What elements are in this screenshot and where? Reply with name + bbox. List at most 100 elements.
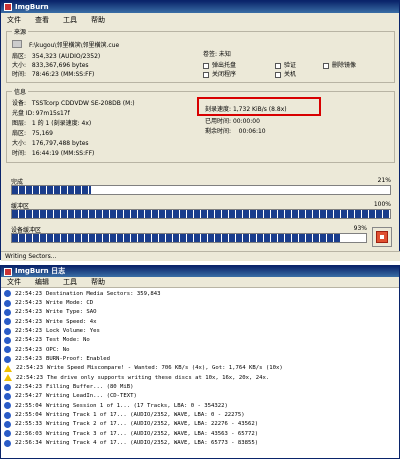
log-entry-time: 22:54:23	[15, 290, 42, 297]
info-icon	[4, 411, 11, 419]
log-entry-text: Writing Track 2 of 17... (AUDIO/2352, WA…	[45, 421, 259, 428]
layer-label: 图层:	[12, 120, 27, 127]
log-menu-edit[interactable]: 编辑	[33, 277, 51, 287]
log-entry-time: 22:56:34	[15, 440, 42, 447]
log-entry-text: Write Mode: CD	[45, 300, 94, 307]
log-entry[interactable]: 22:56:03 Writing Track 3 of 17... (AUDIO/…	[1, 429, 399, 438]
complete-percent: 21%	[377, 177, 391, 184]
write-speed-highlight-box	[197, 97, 321, 116]
source-size-label: 大小:	[12, 62, 27, 69]
disc-id-row: 光盘 ID: 97m15s17f	[12, 108, 70, 117]
delete-image-checkbox[interactable]: 删除镜像	[323, 60, 356, 69]
device-buffer-progress-fill	[12, 234, 342, 242]
source-size-value: 833,367,696 bytes	[31, 62, 89, 69]
log-entry[interactable]: 22:54:23 BURN-Proof: Enabled	[1, 354, 399, 363]
imgburn-log-window: ImgBurn 日志 文件 编辑 工具 帮助 22:54:23 Destinati…	[0, 265, 400, 459]
buffer-percent: 100%	[373, 201, 391, 208]
delete-image-label: 删除镜像	[332, 62, 357, 69]
log-entry[interactable]: 22:54:23 Destination Media Sectors: 359,8…	[1, 289, 399, 298]
verify-checkbox[interactable]: 验证	[275, 60, 296, 69]
main-title-bar[interactable]: ImgBurn	[1, 1, 399, 13]
log-entry[interactable]: 22:54:23 Filling Buffer... (80 MiB)	[1, 382, 399, 391]
log-entry[interactable]: 22:54:23 Test Mode: No	[1, 336, 399, 345]
log-entry[interactable]: 22:54:23 Lock Volume: Yes	[1, 326, 399, 335]
close-program-box[interactable]	[203, 71, 209, 78]
log-entry-time: 22:54:23	[15, 309, 42, 316]
eject-tray-label: 弹出托盘	[212, 62, 237, 69]
log-entry-time: 22:56:03	[15, 430, 42, 437]
log-list: 22:54:23 Destination Media Sectors: 359,8…	[1, 289, 399, 448]
info-icon	[4, 327, 11, 335]
info-time-value: 16:44:19 (MM:SS:FF)	[31, 150, 95, 157]
log-menu-tools[interactable]: 工具	[61, 277, 79, 287]
cancel-write-button[interactable]	[372, 227, 392, 247]
log-menu-help[interactable]: 帮助	[89, 277, 107, 287]
log-entry[interactable]: 22:54:23 The drive only supports writing …	[1, 373, 399, 382]
log-entry-text: The drive only supports writing these di…	[46, 374, 270, 381]
remaining-row: 剩余时间: 00:06:10	[205, 126, 266, 135]
log-entry[interactable]: 22:55:04 Writing Track 1 of 17... (AUDIO/…	[1, 410, 399, 419]
verify-box[interactable]	[275, 62, 281, 69]
info-icon	[4, 336, 11, 344]
volume-label-text: 卷签: 未知	[203, 51, 231, 58]
eject-tray-box[interactable]	[203, 62, 209, 69]
log-entry-text: Lock Volume: Yes	[45, 328, 100, 335]
status-bar: Writing Sectors...	[1, 251, 400, 261]
menu-help[interactable]: 帮助	[89, 15, 107, 25]
remaining-label: 剩余时间:	[205, 128, 232, 135]
log-entry-time: 22:54:23	[15, 300, 42, 307]
shutdown-box[interactable]	[275, 71, 281, 78]
log-entry[interactable]: 22:54:27 Writing LeadIn... (CD-TEXT)	[1, 392, 399, 401]
log-entry-text: Write Type: SAO	[45, 309, 97, 316]
log-entry-time: 22:54:23	[15, 346, 42, 353]
log-entry-time: 22:54:23	[16, 374, 43, 381]
device-row: 设备: TSSTcorp CDDVDW SE-208DB (M:)	[12, 98, 135, 107]
log-menu-file[interactable]: 文件	[5, 277, 23, 287]
log-entry[interactable]: 22:54:23 Write Mode: CD	[1, 298, 399, 307]
complete-progress-fill	[12, 186, 92, 194]
shutdown-checkbox[interactable]: 关机	[275, 69, 296, 78]
log-title-bar[interactable]: ImgBurn 日志	[1, 266, 399, 277]
source-sectors-row: 扇区: 354,323 (AUDIO/2352)	[12, 51, 100, 60]
source-time-row: 时间: 78:46:23 (MM:SS:FF)	[12, 69, 94, 78]
log-entry[interactable]: 22:54:23 OPC: No	[1, 345, 399, 354]
log-entry-time: 22:54:27	[15, 393, 42, 400]
eject-tray-checkbox[interactable]: 弹出托盘	[203, 60, 236, 69]
shutdown-label: 关机	[284, 71, 297, 78]
remaining-value: 00:06:10	[238, 128, 266, 135]
warning-icon	[4, 364, 12, 372]
log-entry-time: 22:55:04	[15, 402, 42, 409]
delete-image-box[interactable]	[323, 62, 329, 69]
imgburn-main-window: ImgBurn 文件 查看 工具 帮助 来源 F:\kugou\邻里横滨\邻里横…	[0, 0, 400, 261]
log-entry[interactable]: 22:54:23 Write Type: SAO	[1, 308, 399, 317]
elapsed-row: 已用时间: 00:00:00	[205, 116, 260, 125]
complete-progress-bar	[11, 185, 391, 195]
menu-view[interactable]: 查看	[33, 15, 51, 25]
menu-tools[interactable]: 工具	[61, 15, 79, 25]
info-icon	[4, 299, 11, 307]
log-menu-bar: 文件 编辑 工具 帮助	[1, 277, 399, 288]
close-program-checkbox[interactable]: 关闭程序	[203, 69, 236, 78]
info-icon	[4, 290, 11, 298]
log-entry[interactable]: 22:54:23 Write Speed Miscompare! - Wanted…	[1, 364, 399, 373]
info-sectors-value: 75,169	[31, 130, 53, 137]
info-sectors-row: 扇区: 75,169	[12, 128, 53, 137]
info-icon	[4, 383, 11, 391]
info-icon	[4, 392, 11, 400]
log-entry-text: Destination Media Sectors: 359,843	[45, 290, 161, 297]
layer-value: 1 的 1 (刻录速度: 4x)	[31, 120, 92, 127]
log-entry-text: BURN-Proof: Enabled	[45, 356, 110, 363]
source-size-row: 大小: 833,367,696 bytes	[12, 60, 89, 69]
log-entry[interactable]: 22:56:34 Writing Track 4 of 17... (AUDIO/…	[1, 439, 399, 448]
log-entry-time: 22:54:23	[16, 365, 43, 372]
close-program-label: 关闭程序	[212, 71, 237, 78]
source-time-label: 时间:	[12, 71, 27, 78]
log-entry[interactable]: 22:55:04 Writing Session 1 of 1... (17 Tr…	[1, 401, 399, 410]
log-entry[interactable]: 22:55:33 Writing Track 2 of 17... (AUDIO/…	[1, 420, 399, 429]
log-entry-text: Write Speed: 4x	[45, 318, 97, 325]
log-entry[interactable]: 22:54:23 Write Speed: 4x	[1, 317, 399, 326]
info-size-row: 大小: 176,797,488 bytes	[12, 138, 89, 147]
source-file-path: F:\kugou\邻里横滨\邻里横滨.cue	[29, 42, 120, 49]
info-icon	[4, 402, 11, 410]
menu-file[interactable]: 文件	[5, 15, 23, 25]
